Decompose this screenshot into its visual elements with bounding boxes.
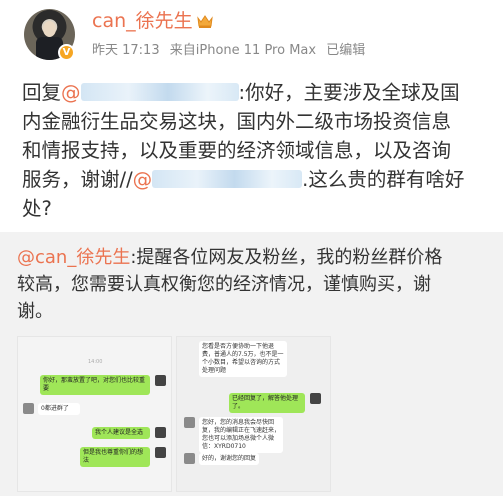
chat-message: 你好，那蛮放置了吧，对您们也比较重要 [40, 375, 150, 395]
username[interactable]: can_徐先生 [92, 9, 193, 33]
chat-message: 0都进群了 [38, 403, 80, 415]
chat-message: 好的，谢谢您的回复 [199, 453, 259, 465]
mention-at: @ [61, 81, 81, 104]
forward-mention-at: @ [132, 168, 153, 191]
repost-text: @can_徐先生:提醒各位网友及粉丝，我的粉丝群价格 较高，您需要认真权衡您的经… [17, 244, 491, 325]
chat-message: 但是我也尊重你们的想法 [80, 447, 150, 467]
chat-message: 已经回复了，解答他处理了。 [229, 393, 305, 413]
post-line-4-tail: .这么贵的群有啥好 [302, 168, 465, 191]
post-line-5: 处? [22, 197, 52, 220]
post-line-4-text: 服务，谢谢// [22, 168, 133, 191]
reply-prefix: 回复 [22, 81, 62, 104]
post-header: V can_徐先生 昨天 17:13 来自iPhone 11 Pro Max 已… [0, 0, 503, 70]
chat-message: 您看是否方便协助一下他退费，普通人的7.5万，也不是一个小数目，希望以咨询的方式… [199, 341, 287, 377]
repost-mention[interactable]: @can_徐先生 [17, 247, 130, 268]
post-line-2: 内金融衍生品交易这块，国内外二级市场投资信息 [22, 110, 452, 133]
chat-avatar [184, 453, 195, 464]
repost-line-2: 较高，您需要认真权衡您的经济情况，谨慎购买，谢 [17, 274, 431, 295]
edited-label[interactable]: 已编辑 [326, 43, 365, 58]
chat-avatar [155, 427, 166, 438]
chat-avatar [155, 375, 166, 386]
redacted-username [80, 83, 239, 101]
chat-avatar [310, 393, 321, 404]
avatar-face [43, 21, 56, 37]
chat-message: 我个人建议是全选 [92, 427, 150, 439]
crown-icon [197, 15, 213, 28]
chat-avatar [155, 447, 166, 458]
reply-mention[interactable]: @ [61, 81, 239, 104]
post-line-4: 服务，谢谢//@ .这么贵的群有啥好 [22, 165, 492, 194]
repost-line-1-text: :提醒各位网友及粉丝，我的粉丝群价格 [130, 247, 443, 268]
chat-message: 您好，您的消息我会尽快回复，我的编辑正在飞速赶来，您也可以添加场总微个人微信：X… [199, 417, 283, 453]
post-source[interactable]: 来自iPhone 11 Pro Max [170, 43, 316, 58]
verified-badge-icon: V [58, 44, 75, 61]
redacted-username-2 [152, 170, 303, 188]
chat-avatar [23, 403, 34, 414]
forward-mention[interactable]: @ [133, 168, 303, 191]
post-line-3: 和情报支持，以及重要的经济领域信息，以及咨询 [22, 139, 452, 162]
chat-avatar [184, 417, 195, 428]
chat-screenshot-left[interactable]: 14:00 你好，那蛮放置了吧，对您们也比较重要 0都进群了 我个人建议是全选 … [17, 336, 172, 492]
chat-screenshot-right[interactable]: 您看是否方便协助一下他退费，普通人的7.5万，也不是一个小数目，希望以咨询的方式… [176, 336, 331, 492]
post-line-1: 回复@ :你好，主要涉及全球及国 [22, 78, 492, 107]
post-meta: 昨天 17:13 来自iPhone 11 Pro Max 已编辑 [92, 42, 371, 60]
repost-line-1: @can_徐先生:提醒各位网友及粉丝，我的粉丝群价格 [17, 244, 491, 271]
post-line-1-text: :你好，主要涉及全球及国 [238, 81, 460, 104]
chat-time: 14:00 [88, 359, 103, 365]
post-body: 回复@:你好，主要涉及全球及国 内金融衍生品交易这块，国内外二级市场投资信息 和… [22, 78, 492, 223]
post-time: 昨天 17:13 [92, 43, 160, 58]
repost-line-3: 谢。 [17, 301, 53, 322]
